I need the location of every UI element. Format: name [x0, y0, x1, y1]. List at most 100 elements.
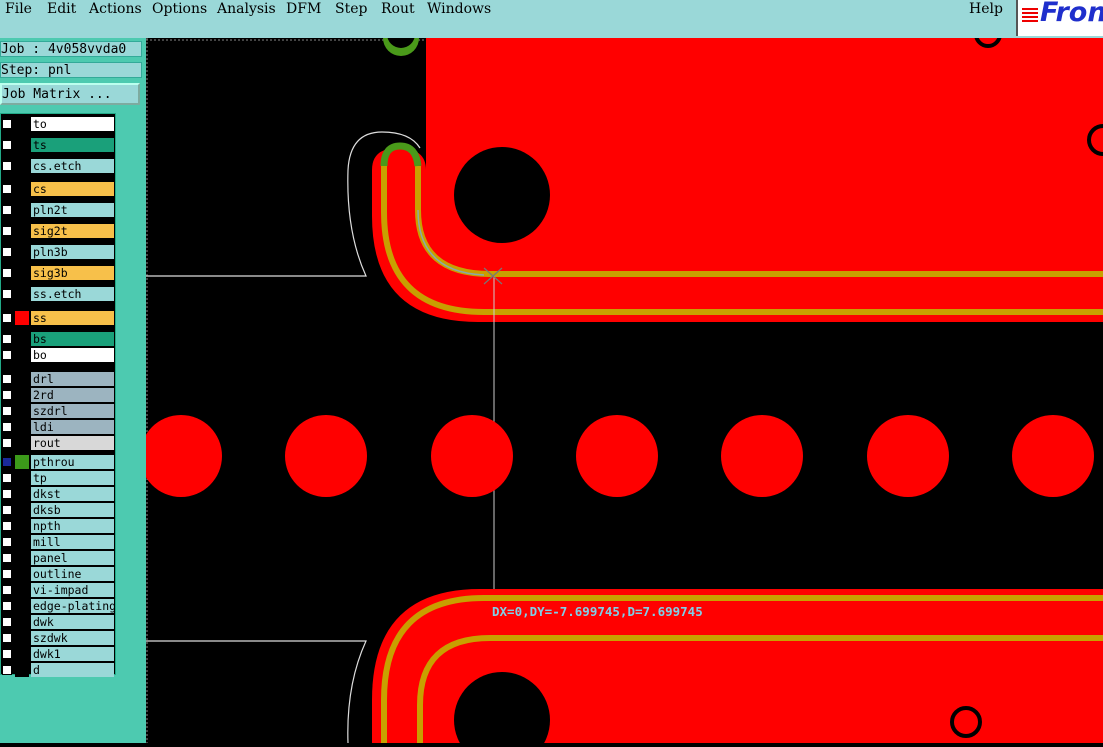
layer-name[interactable]: ts [31, 138, 114, 152]
layer-name[interactable]: ss [31, 311, 114, 325]
layer-name[interactable]: pthrou [31, 455, 114, 469]
layer-name[interactable]: bo [31, 348, 114, 362]
layer-checkbox[interactable] [2, 489, 12, 499]
layer-name[interactable]: ss.etch [31, 287, 114, 301]
layer-checkbox[interactable] [2, 247, 12, 257]
layer-checkbox[interactable] [2, 473, 12, 483]
layer-row-ss.etch[interactable]: ss.etch [1, 287, 115, 301]
menu-file[interactable]: File [5, 1, 32, 17]
layer-name[interactable]: panel [31, 551, 114, 565]
layer-row-ldi[interactable]: ldi [1, 420, 115, 434]
layer-row-npth[interactable]: npth [1, 519, 115, 533]
layer-row-dkst[interactable]: dkst [1, 487, 115, 501]
layer-name[interactable]: outline [31, 567, 114, 581]
layer-checkbox[interactable] [2, 537, 12, 547]
layer-name[interactable]: d [31, 663, 114, 677]
layer-checkbox[interactable] [2, 553, 12, 563]
layer-name[interactable]: dwk1 [31, 647, 114, 661]
layer-name[interactable]: drl [31, 372, 114, 386]
layer-checkbox[interactable] [2, 161, 12, 171]
layer-checkbox[interactable] [2, 438, 12, 448]
layer-name[interactable]: edge-plating [31, 599, 116, 613]
layer-row-pthrou[interactable]: pthrou [1, 455, 115, 469]
layer-row-to[interactable]: to [1, 117, 115, 131]
layer-row-2rd[interactable]: 2rd [1, 388, 115, 402]
layer-checkbox[interactable] [2, 374, 12, 384]
menu-analysis[interactable]: Analysis [217, 1, 276, 17]
layer-name[interactable]: bs [31, 332, 114, 346]
layer-row-vi-impad[interactable]: vi-impad [1, 583, 115, 597]
layer-row-pln2t[interactable]: pln2t [1, 203, 115, 217]
layer-name[interactable]: to [31, 117, 114, 131]
layer-name[interactable]: vi-impad [31, 583, 114, 597]
layer-checkbox[interactable] [2, 521, 12, 531]
layer-row-tp[interactable]: tp [1, 471, 115, 485]
layer-row-panel[interactable]: panel [1, 551, 115, 565]
layer-name[interactable]: sig2t [31, 224, 114, 238]
layer-name[interactable]: szdrl [31, 404, 114, 418]
layer-name[interactable]: dkst [31, 487, 114, 501]
menu-help[interactable]: Help [969, 1, 1003, 17]
layer-name[interactable]: cs.etch [31, 159, 114, 173]
layer-name[interactable]: cs [31, 182, 114, 196]
layer-checkbox[interactable] [2, 422, 12, 432]
layer-checkbox[interactable] [2, 313, 12, 323]
layer-checkbox[interactable] [2, 601, 12, 611]
layer-checkbox[interactable] [2, 633, 12, 643]
layer-row-edge-plating[interactable]: edge-plating [1, 599, 116, 613]
layer-name[interactable]: mill [31, 535, 114, 549]
layer-row-cs.etch[interactable]: cs.etch [1, 159, 115, 173]
layer-checkbox[interactable] [2, 665, 12, 675]
graphic-canvas[interactable] [140, 20, 1103, 747]
layer-checkbox[interactable] [2, 334, 12, 344]
layer-row-szdrl[interactable]: szdrl [1, 404, 115, 418]
layer-checkbox[interactable] [2, 457, 12, 467]
layer-row-pln3b[interactable]: pln3b [1, 245, 115, 259]
layer-checkbox[interactable] [2, 406, 12, 416]
layer-row-bs[interactable]: bs [1, 332, 115, 346]
menu-options[interactable]: Options [152, 1, 207, 17]
layer-row-szdwk[interactable]: szdwk [1, 631, 115, 645]
layer-row-d[interactable]: d [1, 663, 115, 677]
layer-row-dksb[interactable]: dksb [1, 503, 115, 517]
layer-checkbox[interactable] [2, 140, 12, 150]
layer-checkbox[interactable] [2, 390, 12, 400]
layer-checkbox[interactable] [2, 617, 12, 627]
layer-row-ss[interactable]: ss [1, 311, 115, 325]
layer-name[interactable]: npth [31, 519, 114, 533]
layer-name[interactable]: pln3b [31, 245, 114, 259]
layer-row-bo[interactable]: bo [1, 348, 115, 362]
layer-row-mill[interactable]: mill [1, 535, 115, 549]
layer-row-sig2t[interactable]: sig2t [1, 224, 115, 238]
layer-row-rout[interactable]: rout [1, 436, 115, 450]
layer-row-dwk1[interactable]: dwk1 [1, 647, 115, 661]
layer-name[interactable]: pln2t [31, 203, 114, 217]
menu-actions[interactable]: Actions [89, 1, 142, 17]
layer-name[interactable]: tp [31, 471, 114, 485]
layer-checkbox[interactable] [2, 268, 12, 278]
layer-checkbox[interactable] [2, 569, 12, 579]
layer-name[interactable]: dksb [31, 503, 114, 517]
layer-name[interactable]: dwk [31, 615, 114, 629]
layer-name[interactable]: rout [31, 436, 114, 450]
menu-edit[interactable]: Edit [47, 1, 76, 17]
layer-name[interactable]: sig3b [31, 266, 114, 280]
layer-checkbox[interactable] [2, 119, 12, 129]
menu-step[interactable]: Step [335, 1, 367, 17]
menu-dfm[interactable]: DFM [286, 1, 321, 17]
layer-checkbox[interactable] [2, 505, 12, 515]
layer-name[interactable]: ldi [31, 420, 114, 434]
layer-row-drl[interactable]: drl [1, 372, 115, 386]
layer-row-sig3b[interactable]: sig3b [1, 266, 115, 280]
job-matrix-button[interactable]: Job Matrix ... [0, 83, 140, 105]
layer-checkbox[interactable] [2, 205, 12, 215]
layer-checkbox[interactable] [2, 226, 12, 236]
layer-name[interactable]: szdwk [31, 631, 114, 645]
layer-checkbox[interactable] [2, 350, 12, 360]
layer-row-dwk[interactable]: dwk [1, 615, 115, 629]
layer-row-cs[interactable]: cs [1, 182, 115, 196]
layer-checkbox[interactable] [2, 649, 12, 659]
layer-row-outline[interactable]: outline [1, 567, 115, 581]
menu-rout[interactable]: Rout [381, 1, 415, 17]
layer-checkbox[interactable] [2, 184, 12, 194]
